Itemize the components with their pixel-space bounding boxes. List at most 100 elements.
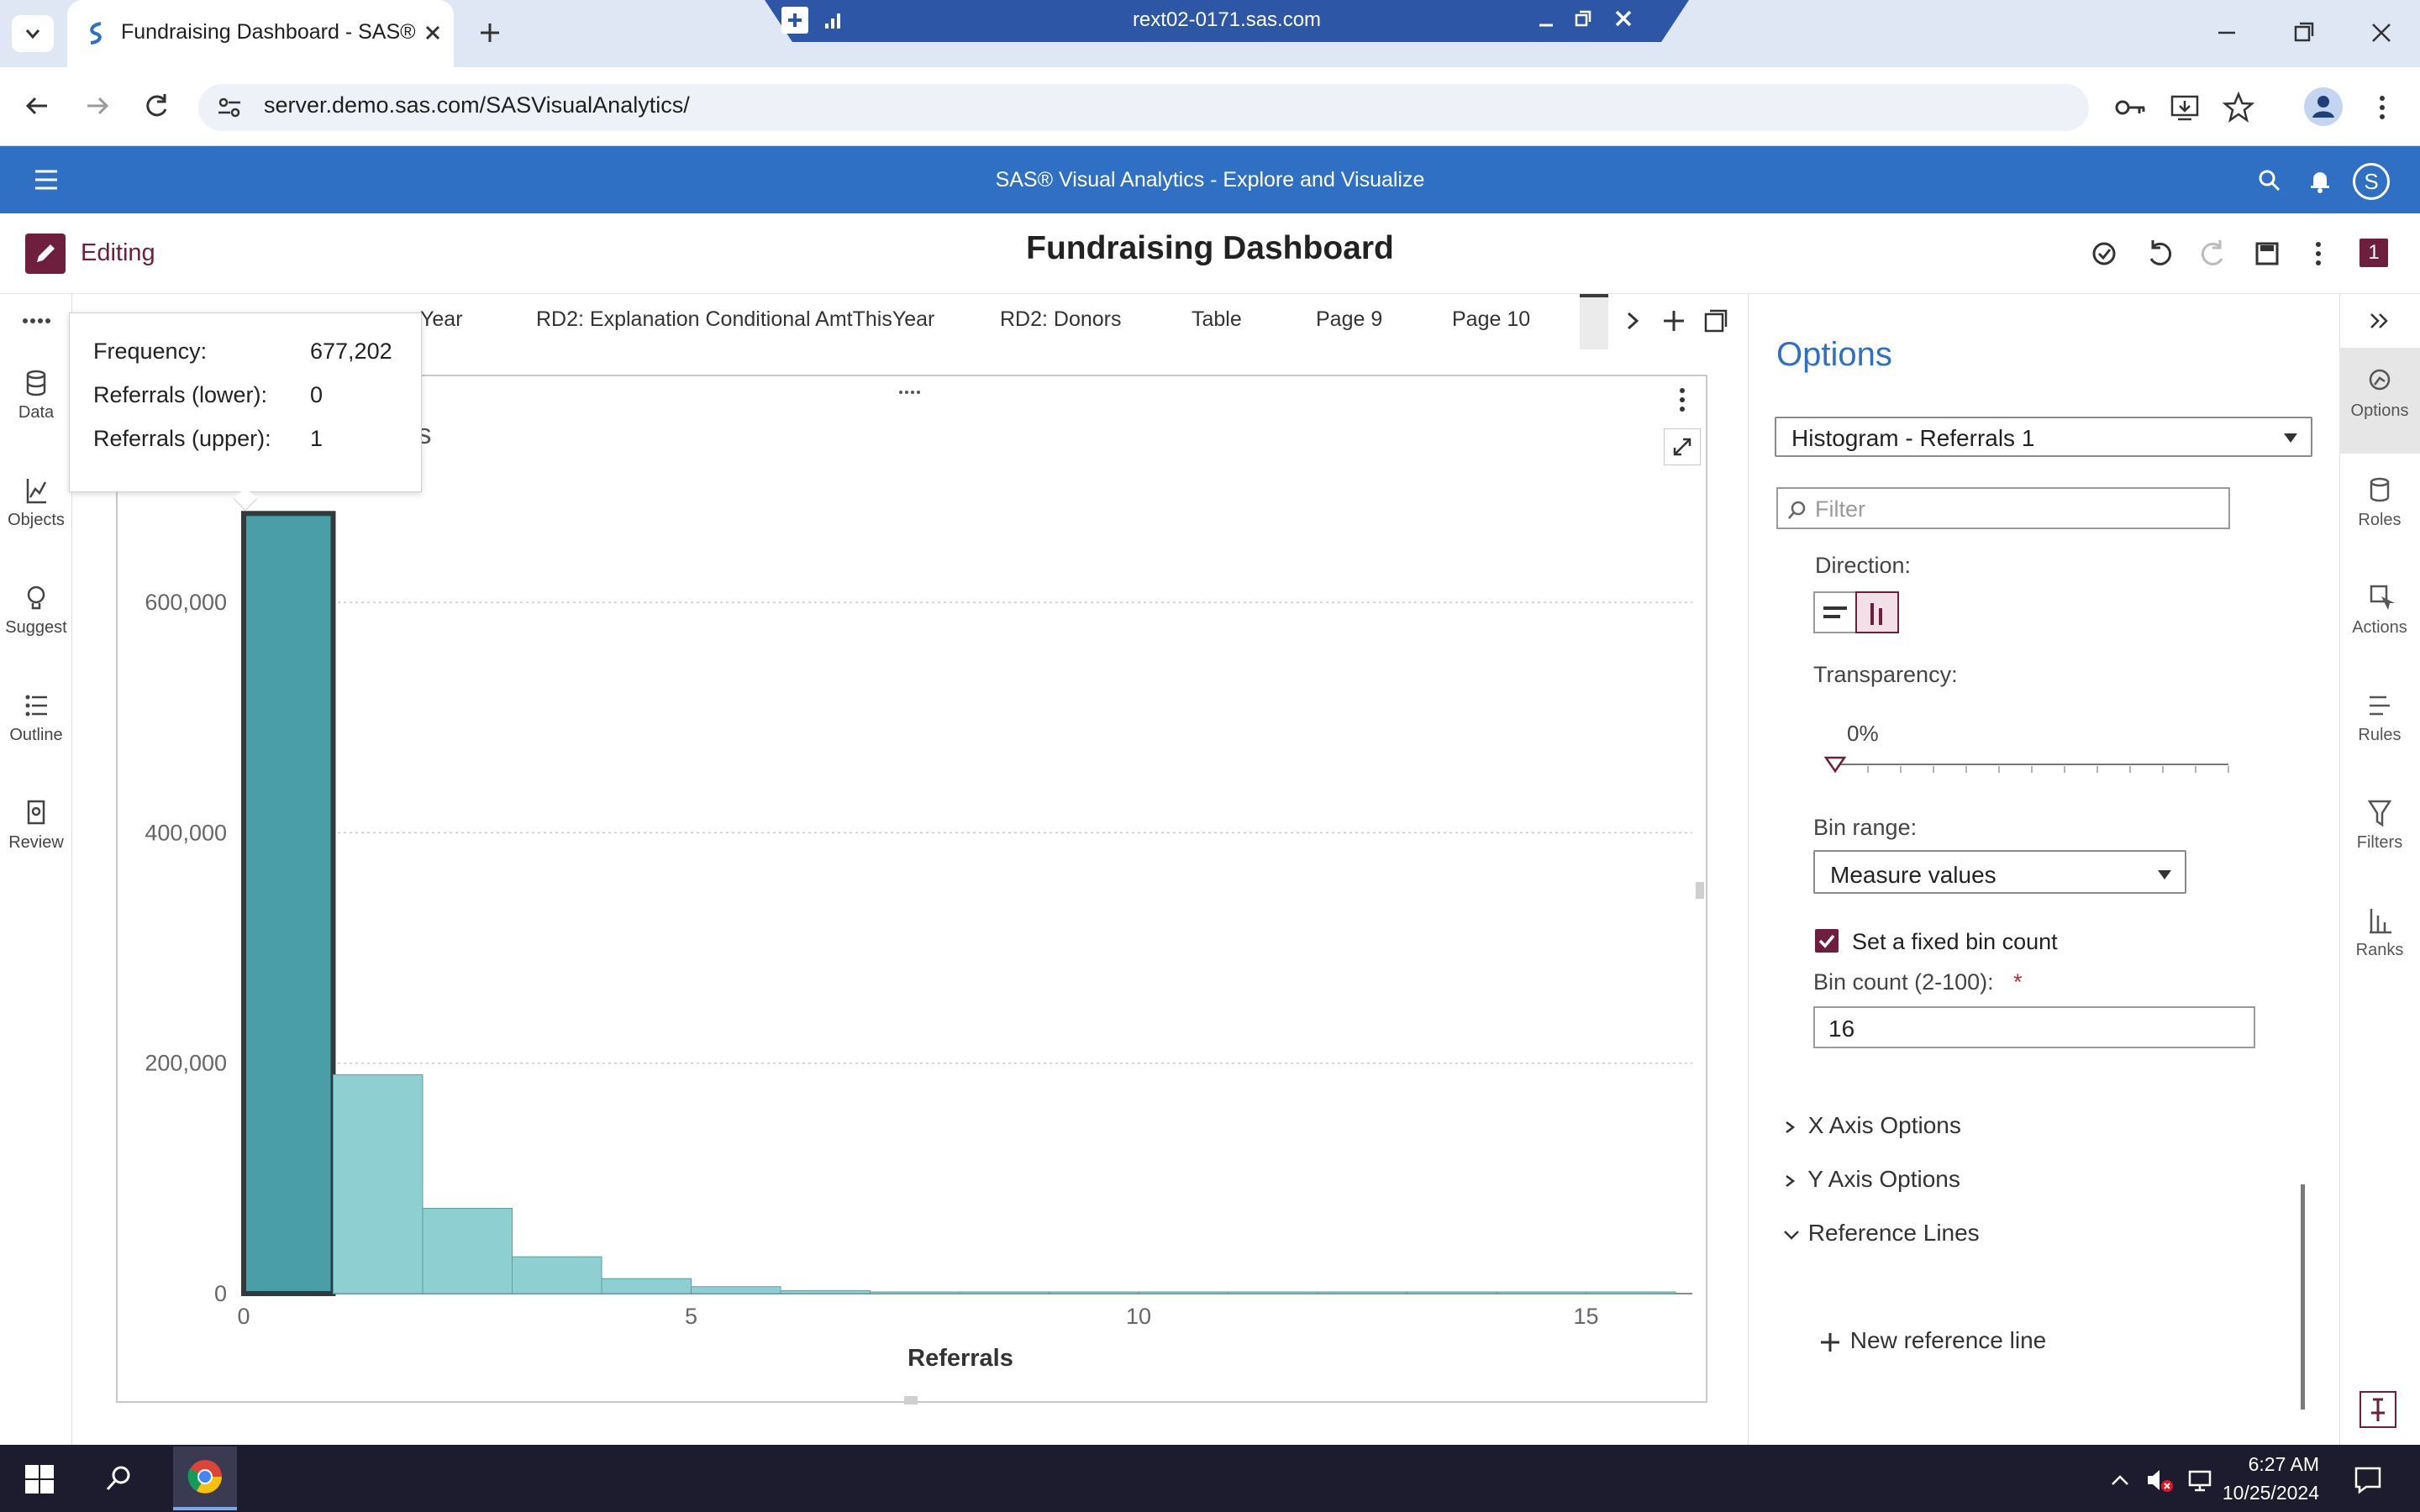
window-close-icon[interactable]: [2365, 18, 2398, 47]
back-icon[interactable]: [20, 89, 54, 123]
direction-vertical-button[interactable]: [1855, 591, 1899, 633]
page-tab-overflow[interactable]: [1580, 294, 1608, 349]
save-icon[interactable]: [2250, 237, 2284, 270]
rail-rules[interactable]: Rules: [2339, 690, 2420, 745]
rail-label: Review: [8, 833, 64, 852]
object-select-dropdown[interactable]: Histogram - Referrals 1: [1775, 417, 2312, 457]
tab-close-icon[interactable]: [420, 20, 445, 45]
fixed-bin-label[interactable]: Set a fixed bin count: [1852, 929, 2058, 955]
rail-label: Outline: [9, 726, 63, 744]
report-more-icon[interactable]: [2306, 237, 2331, 270]
notifications-bell-icon[interactable]: [2306, 166, 2334, 195]
section-x-axis-options[interactable]: X Axis Options: [1781, 1112, 1961, 1139]
rail-suggest[interactable]: Suggest: [0, 583, 72, 638]
filter-input[interactable]: Filter: [1776, 487, 2230, 529]
notifications-center-icon[interactable]: [2351, 1463, 2385, 1497]
taskbar-search-icon[interactable]: [103, 1463, 134, 1495]
refresh-data-icon[interactable]: [2087, 237, 2121, 270]
tooltip-label: Referrals (upper):: [93, 426, 271, 451]
bin-count-input[interactable]: 16: [1813, 1006, 2255, 1048]
chart-line-icon: [26, 479, 47, 504]
histogram-bar: [333, 1074, 424, 1294]
speaker-muted-icon[interactable]: [2144, 1465, 2175, 1495]
histogram-bar: [1407, 1291, 1497, 1294]
tray-chevron-up-icon[interactable]: [2107, 1468, 2133, 1494]
tooltip-label: Referrals (lower):: [93, 382, 268, 407]
page-tab[interactable]: Year: [420, 307, 463, 332]
page-tab[interactable]: Table: [1192, 307, 1242, 332]
window-minimize-icon[interactable]: [2210, 20, 2244, 45]
page-tab[interactable]: Page 9: [1316, 307, 1382, 332]
rail-data[interactable]: Data: [0, 368, 72, 423]
tray-clock[interactable]: 6:27 AM 10/25/2024: [2210, 1450, 2319, 1507]
user-avatar[interactable]: S: [2353, 163, 2390, 200]
direction-horizontal-button[interactable]: [1813, 591, 1857, 633]
rail-more-icon[interactable]: [20, 312, 54, 329]
add-page-icon[interactable]: [1659, 306, 1689, 336]
rail-ranks[interactable]: Ranks: [2339, 906, 2420, 960]
search-icon[interactable]: [2255, 166, 2284, 195]
fixed-bin-checkbox[interactable]: [1815, 929, 1839, 953]
chart-more-icon[interactable]: [1672, 383, 1692, 417]
rail-outline[interactable]: Outline: [0, 690, 72, 745]
histogram-chart: 0 200,000 400,000 600,000 0 5 10 15 Referrals: [145, 511, 1692, 1372]
remote-restore-icon[interactable]: [1571, 7, 1595, 30]
forward-icon[interactable]: [81, 89, 114, 123]
pin-icon[interactable]: [781, 7, 808, 34]
site-info-icon[interactable]: [215, 94, 244, 121]
lightbulb-icon: [27, 585, 45, 610]
transparency-slider[interactable]: [1820, 748, 2240, 785]
tab-list-button[interactable]: [12, 15, 54, 52]
y-tick-label: 400,000: [145, 820, 227, 845]
redo-icon[interactable]: [2196, 237, 2230, 270]
new-reference-line-button[interactable]: New reference line: [1817, 1327, 2046, 1356]
options-pane-title: Options: [1776, 336, 1892, 373]
resize-handle-bottom[interactable]: [904, 1396, 918, 1404]
next-page-tabs-icon[interactable]: [1620, 306, 1645, 336]
maximize-icon[interactable]: [1664, 428, 1701, 465]
browser-menu-icon[interactable]: [2370, 91, 2395, 124]
page-tab[interactable]: Page 10: [1452, 307, 1530, 332]
chrome-taskbar-icon[interactable]: [173, 1446, 237, 1510]
rail-roles[interactable]: Roles: [2339, 475, 2420, 530]
histogram-bar: [870, 1291, 960, 1294]
tooltip-value: 677,202: [310, 339, 392, 364]
bin-range-value: Measure values: [1830, 862, 1996, 888]
histogram-bar: [512, 1256, 602, 1294]
password-key-icon[interactable]: [2112, 92, 2149, 123]
url-text[interactable]: server.demo.sas.com/SASVisualAnalytics/: [264, 92, 690, 118]
sas-favicon-icon: [84, 20, 108, 45]
bookmark-star-icon[interactable]: [2222, 91, 2255, 124]
rail-review[interactable]: Review: [0, 798, 72, 853]
rail-label: Ranks: [2355, 941, 2404, 959]
pages-count-badge[interactable]: 1: [2360, 239, 2388, 267]
options-scrollbar[interactable]: [2301, 1184, 2305, 1410]
chevron-right-icon: [1786, 1174, 1796, 1187]
collapse-pane-icon[interactable]: [2365, 306, 2395, 336]
page-menu-icon[interactable]: [1701, 306, 1731, 336]
left-navigation-rail: [0, 294, 72, 1445]
new-tab-button[interactable]: [477, 20, 502, 45]
bin-count-value: 16: [1828, 1016, 1855, 1042]
section-y-axis-options[interactable]: Y Axis Options: [1781, 1166, 1960, 1193]
rail-options[interactable]: Options: [2339, 348, 2420, 454]
remote-minimize-icon[interactable]: [1534, 8, 1558, 32]
install-app-icon[interactable]: [2168, 91, 2202, 124]
checkmark-icon: [1818, 934, 1835, 948]
windows-start-icon[interactable]: [24, 1463, 55, 1495]
page-tab[interactable]: RD2: Donors: [1000, 307, 1122, 332]
remote-close-icon[interactable]: [1612, 7, 1635, 30]
undo-icon[interactable]: [2143, 237, 2176, 270]
window-restore-icon[interactable]: [2287, 18, 2321, 47]
page-tab[interactable]: RD2: Explanation Conditional AmtThisYear: [536, 307, 934, 332]
section-reference-lines[interactable]: Reference Lines: [1781, 1220, 1980, 1247]
reload-icon[interactable]: [139, 89, 173, 123]
bin-range-dropdown[interactable]: Measure values: [1813, 850, 2186, 894]
profile-avatar-icon[interactable]: [2304, 87, 2343, 126]
drag-handle-top[interactable]: [897, 388, 923, 396]
pin-pane-icon[interactable]: [2360, 1391, 2396, 1428]
rail-actions[interactable]: Actions: [2339, 583, 2420, 638]
list-icon: [25, 695, 47, 717]
rail-objects[interactable]: Objects: [0, 475, 72, 530]
rail-filters[interactable]: Filters: [2339, 798, 2420, 853]
